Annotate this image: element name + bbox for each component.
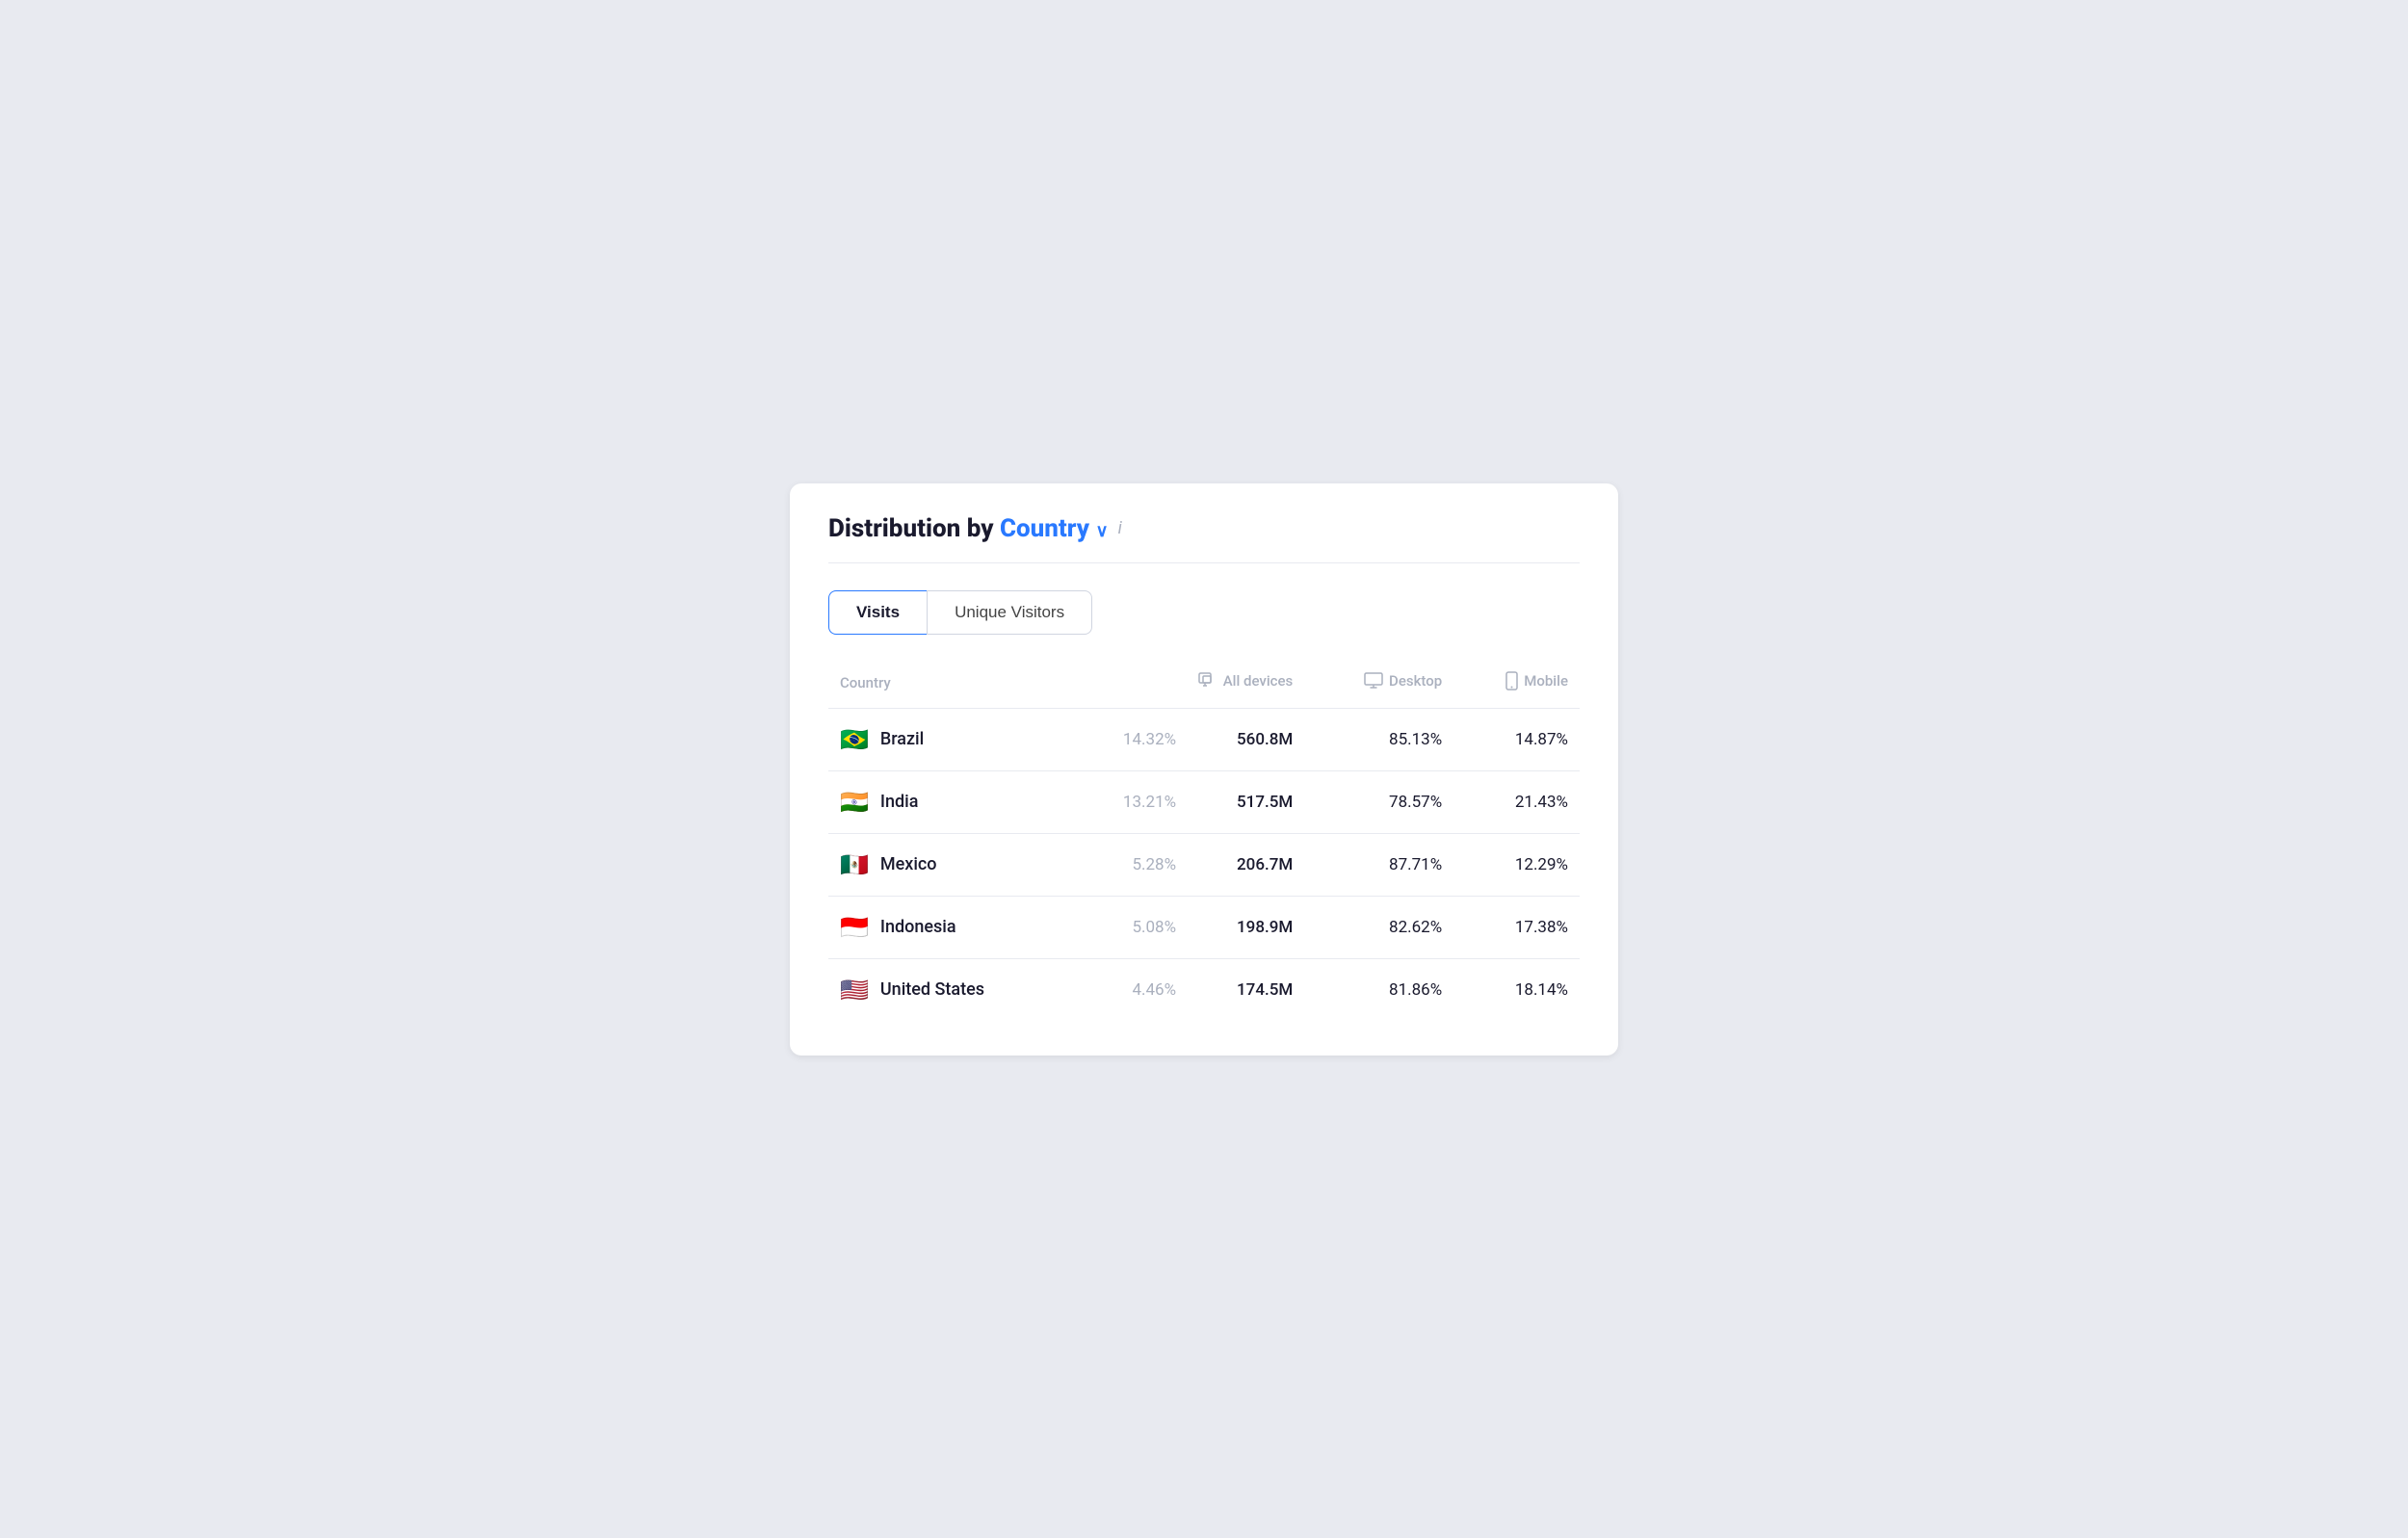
desktop-2: 87.71% bbox=[1304, 833, 1453, 896]
all-devices-val-3: 198.9M bbox=[1188, 896, 1304, 958]
country-name-3: Indonesia bbox=[880, 917, 956, 937]
all-devices-val-4: 174.5M bbox=[1188, 958, 1304, 1021]
flag-4: 🇺🇸 bbox=[840, 978, 869, 1002]
all-devices-pct-0: 14.32% bbox=[1075, 708, 1188, 770]
all-devices-pct-3: 5.08% bbox=[1075, 896, 1188, 958]
all-devices-val-0: 560.8M bbox=[1188, 708, 1304, 770]
country-name-2: Mexico bbox=[880, 854, 937, 874]
table-row: 🇮🇳 India 13.21% 517.5M 78.57% 21.43% bbox=[828, 770, 1580, 833]
country-table: Country All devices bbox=[828, 662, 1580, 1021]
table-header-row: Country All devices bbox=[828, 662, 1580, 709]
flag-1: 🇮🇳 bbox=[840, 791, 869, 814]
desktop-1: 78.57% bbox=[1304, 770, 1453, 833]
table-row: 🇮🇩 Indonesia 5.08% 198.9M 82.62% 17.38% bbox=[828, 896, 1580, 958]
table-row: 🇲🇽 Mexico 5.28% 206.7M 87.71% 12.29% bbox=[828, 833, 1580, 896]
flag-3: 🇮🇩 bbox=[840, 916, 869, 939]
desktop-4: 81.86% bbox=[1304, 958, 1453, 1021]
mobile-3: 17.38% bbox=[1453, 896, 1580, 958]
card-title: Distribution by Country ∨ bbox=[828, 514, 1109, 543]
desktop-3: 82.62% bbox=[1304, 896, 1453, 958]
country-name-4: United States bbox=[880, 979, 984, 1000]
title-prefix: Distribution by bbox=[828, 514, 994, 543]
country-cell-2: 🇲🇽 Mexico bbox=[828, 833, 1075, 896]
table-row: 🇺🇸 United States 4.46% 174.5M 81.86% 18.… bbox=[828, 958, 1580, 1021]
country-cell-1: 🇮🇳 India bbox=[828, 770, 1075, 833]
all-devices-val-2: 206.7M bbox=[1188, 833, 1304, 896]
col-desktop: Desktop bbox=[1304, 662, 1453, 709]
info-icon[interactable]: i bbox=[1118, 518, 1122, 538]
country-cell-4: 🇺🇸 United States bbox=[828, 958, 1075, 1021]
col-country: Country bbox=[828, 662, 1075, 709]
all-devices-val-1: 517.5M bbox=[1188, 770, 1304, 833]
table-body: 🇧🇷 Brazil 14.32% 560.8M 85.13% 14.87% 🇮🇳… bbox=[828, 708, 1580, 1021]
country-cell-3: 🇮🇩 Indonesia bbox=[828, 896, 1075, 958]
distribution-card: Distribution by Country ∨ i Visits Uniqu… bbox=[790, 483, 1618, 1056]
all-devices-icon bbox=[1198, 672, 1217, 690]
country-cell-0: 🇧🇷 Brazil bbox=[828, 708, 1075, 770]
col-all-devices: All devices bbox=[1075, 662, 1304, 709]
flag-0: 🇧🇷 bbox=[840, 728, 869, 751]
desktop-0: 85.13% bbox=[1304, 708, 1453, 770]
desktop-icon bbox=[1364, 672, 1383, 690]
table-row: 🇧🇷 Brazil 14.32% 560.8M 85.13% 14.87% bbox=[828, 708, 1580, 770]
title-highlight: Country bbox=[1000, 514, 1089, 543]
tab-group: Visits Unique Visitors bbox=[828, 590, 1580, 635]
chevron-down-icon[interactable]: ∨ bbox=[1095, 521, 1108, 541]
mobile-4: 18.14% bbox=[1453, 958, 1580, 1021]
mobile-0: 14.87% bbox=[1453, 708, 1580, 770]
all-devices-pct-4: 4.46% bbox=[1075, 958, 1188, 1021]
mobile-1: 21.43% bbox=[1453, 770, 1580, 833]
all-devices-pct-2: 5.28% bbox=[1075, 833, 1188, 896]
country-name-1: India bbox=[880, 792, 919, 812]
mobile-2: 12.29% bbox=[1453, 833, 1580, 896]
tab-unique-visitors[interactable]: Unique Visitors bbox=[927, 590, 1092, 635]
flag-2: 🇲🇽 bbox=[840, 853, 869, 876]
col-mobile: Mobile bbox=[1453, 662, 1580, 709]
mobile-icon bbox=[1505, 671, 1518, 691]
country-name-0: Brazil bbox=[880, 729, 924, 749]
card-header: Distribution by Country ∨ i bbox=[828, 514, 1580, 563]
all-devices-pct-1: 13.21% bbox=[1075, 770, 1188, 833]
tab-visits[interactable]: Visits bbox=[828, 590, 927, 635]
